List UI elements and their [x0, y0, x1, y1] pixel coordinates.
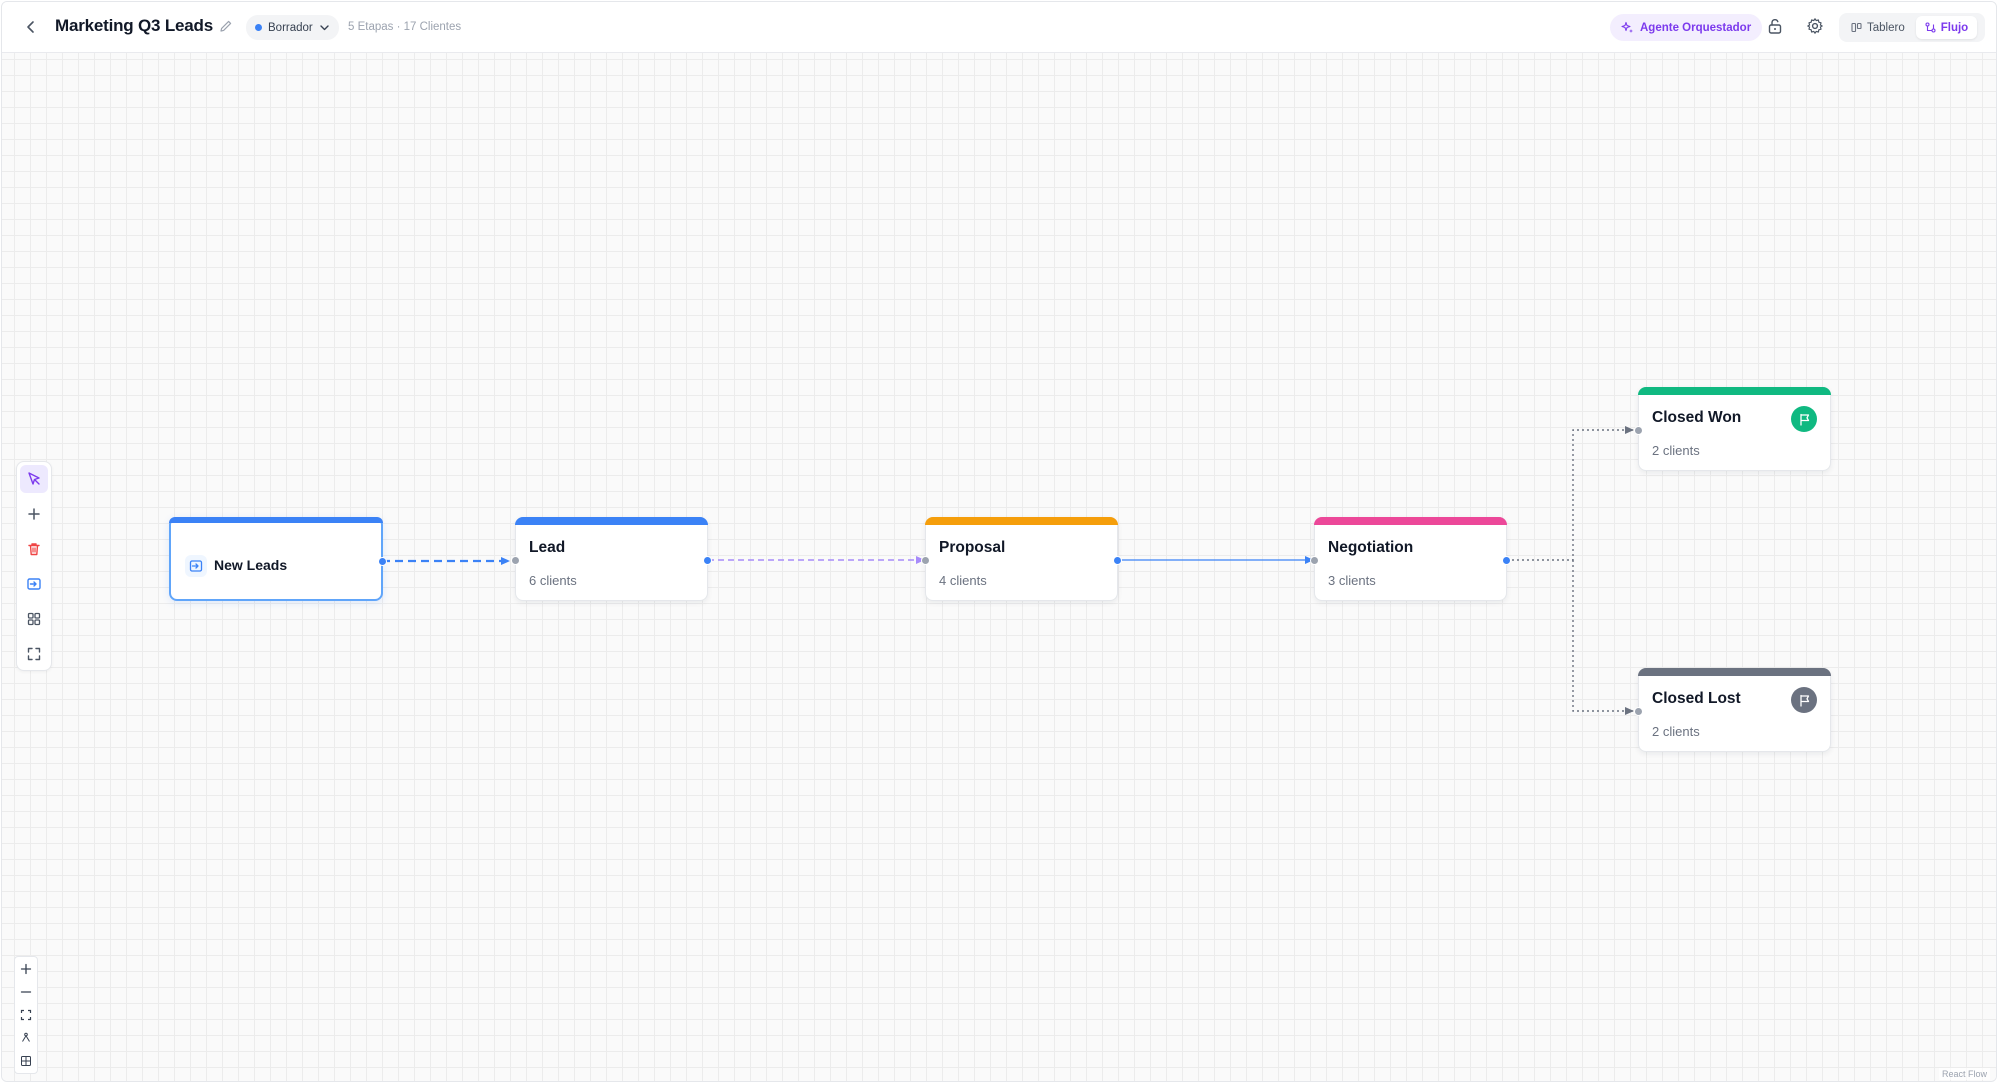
target-handle[interactable]	[511, 556, 520, 565]
node-color-bar	[515, 517, 708, 525]
view-option-tablero[interactable]: Tablero	[1842, 16, 1914, 39]
source-handle[interactable]	[1113, 556, 1122, 565]
flag-icon	[1799, 694, 1809, 707]
chevron-down-icon	[320, 25, 329, 31]
edge-negotiation-to-closed-lost[interactable]	[1572, 560, 1634, 715]
sparkles-icon	[1621, 21, 1633, 33]
grid-icon	[27, 612, 41, 626]
status-dot	[255, 24, 262, 31]
stage-name: Lead	[529, 539, 566, 556]
minimap-toggle-button[interactable]	[15, 1050, 37, 1072]
unlock-icon	[1768, 19, 1782, 34]
app-window: Marketing Q3 Leads Borrador 5 Etapas · 1…	[1, 1, 1997, 1082]
expand-icon	[27, 647, 41, 661]
trigger-name: New Leads	[214, 557, 288, 573]
target-handle[interactable]	[1310, 556, 1319, 565]
fit-view-button[interactable]	[15, 1004, 37, 1026]
auto-layout-button[interactable]	[20, 605, 48, 633]
layout-button[interactable]	[15, 1027, 37, 1049]
source-handle[interactable]	[1502, 556, 1511, 565]
add-stage-button[interactable]	[20, 500, 48, 528]
target-handle[interactable]	[921, 556, 930, 565]
minus-icon	[20, 991, 32, 993]
chevron-left-icon	[27, 21, 34, 33]
enter-icon	[27, 578, 41, 590]
source-handle[interactable]	[703, 556, 712, 565]
stage-name: Proposal	[939, 539, 1006, 556]
final-stage-badge	[1791, 406, 1817, 432]
map-icon	[21, 1056, 31, 1066]
view-option-flujo[interactable]: Flujo	[1915, 16, 1978, 39]
pencil-icon	[220, 20, 232, 32]
trigger-node-new-leads[interactable]: New Leads	[169, 517, 387, 601]
trash-icon	[28, 543, 40, 556]
settings-button[interactable]	[1806, 17, 1826, 37]
agent-orchestrator-label: Agente Orquestador	[1640, 21, 1752, 34]
node-color-bar	[925, 517, 1118, 525]
stage-name: Closed Won	[1652, 409, 1742, 426]
trigger-icon-box	[185, 555, 207, 577]
flow-canvas[interactable]: New Leads Lead 6 clients Proposal 4 clie…	[2, 53, 1996, 1081]
top-bar: Marketing Q3 Leads Borrador 5 Etapas · 1…	[2, 2, 1996, 53]
react-flow-attribution[interactable]: React Flow	[1938, 1068, 1990, 1080]
stage-node-lead[interactable]: Lead 6 clients	[511, 517, 712, 601]
stage-name: Closed Lost	[1652, 690, 1741, 707]
status-dropdown[interactable]: Borrador	[246, 15, 339, 40]
delete-button[interactable]	[20, 535, 48, 563]
kanban-icon	[1851, 22, 1862, 33]
stage-node-closed-lost[interactable]: Closed Lost 2 clients	[1634, 668, 1831, 752]
edit-title-button[interactable]	[219, 19, 235, 35]
select-tool-button[interactable]	[20, 465, 48, 493]
view-toggle: Tablero Flujo	[1839, 13, 1985, 42]
stage-client-count: 2 clients	[1652, 443, 1700, 458]
stage-client-count: 3 clients	[1328, 573, 1376, 588]
pipeline-summary: 5 Etapas · 17 Clientes	[348, 21, 462, 33]
add-trigger-button[interactable]	[20, 570, 48, 598]
plus-icon	[28, 508, 40, 520]
canvas-toolbar	[16, 461, 52, 671]
edge-negotiation-to-closed-won[interactable]	[1507, 426, 1634, 561]
target-handle[interactable]	[1634, 426, 1643, 435]
cursor-icon	[28, 472, 40, 485]
enter-icon	[189, 560, 203, 572]
zoom-out-button[interactable]	[15, 981, 37, 1003]
workflow-icon	[1925, 22, 1936, 33]
node-color-bar	[169, 517, 383, 523]
view-option-label: Flujo	[1940, 21, 1969, 34]
zoom-in-button[interactable]	[15, 958, 37, 980]
plus-icon	[20, 963, 32, 975]
node-color-bar	[1638, 668, 1831, 676]
status-label: Borrador	[268, 21, 313, 34]
gear-icon	[1807, 18, 1823, 34]
stage-node-proposal[interactable]: Proposal 4 clients	[921, 517, 1122, 601]
fit-view-button[interactable]	[20, 640, 48, 668]
zoom-controls	[14, 956, 38, 1074]
stage-client-count: 2 clients	[1652, 724, 1700, 739]
tree-icon	[22, 1032, 30, 1042]
page-title: Marketing Q3 Leads	[55, 16, 213, 35]
agent-orchestrator-button[interactable]: Agente Orquestador	[1610, 14, 1763, 41]
node-color-bar	[1638, 387, 1831, 395]
final-stage-badge	[1791, 687, 1817, 713]
stage-node-negotiation[interactable]: Negotiation 3 clients	[1310, 517, 1511, 601]
stage-name: Negotiation	[1328, 539, 1414, 556]
stage-client-count: 6 clients	[529, 573, 577, 588]
view-option-label: Tablero	[1867, 21, 1905, 34]
target-handle[interactable]	[1634, 707, 1643, 716]
source-handle[interactable]	[378, 557, 387, 566]
lock-button[interactable]	[1766, 17, 1786, 37]
flag-icon	[1799, 413, 1809, 426]
stage-client-count: 4 clients	[939, 573, 987, 588]
back-button[interactable]	[20, 16, 42, 38]
expand-icon	[20, 1009, 32, 1021]
stage-node-closed-won[interactable]: Closed Won 2 clients	[1634, 387, 1831, 471]
node-color-bar	[1314, 517, 1507, 525]
